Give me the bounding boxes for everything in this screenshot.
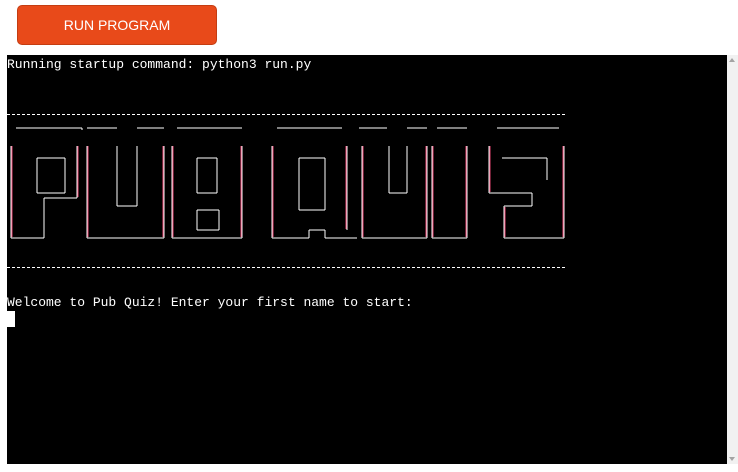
scroll-up-icon[interactable] <box>729 58 735 62</box>
startup-command-line: Running startup command: python3 run.py <box>7 57 312 72</box>
pub-quiz-ascii-banner <box>10 127 565 239</box>
bottom-divider <box>7 267 565 268</box>
terminal[interactable]: Running startup command: python3 run.py <box>7 55 727 464</box>
top-divider <box>7 114 565 115</box>
welcome-prompt: Welcome to Pub Quiz! Enter your first na… <box>7 295 413 310</box>
scroll-down-icon[interactable] <box>729 457 735 461</box>
input-cursor[interactable] <box>7 311 15 327</box>
run-program-button[interactable]: RUN PROGRAM <box>17 5 217 45</box>
terminal-scrollbar[interactable] <box>727 55 738 464</box>
